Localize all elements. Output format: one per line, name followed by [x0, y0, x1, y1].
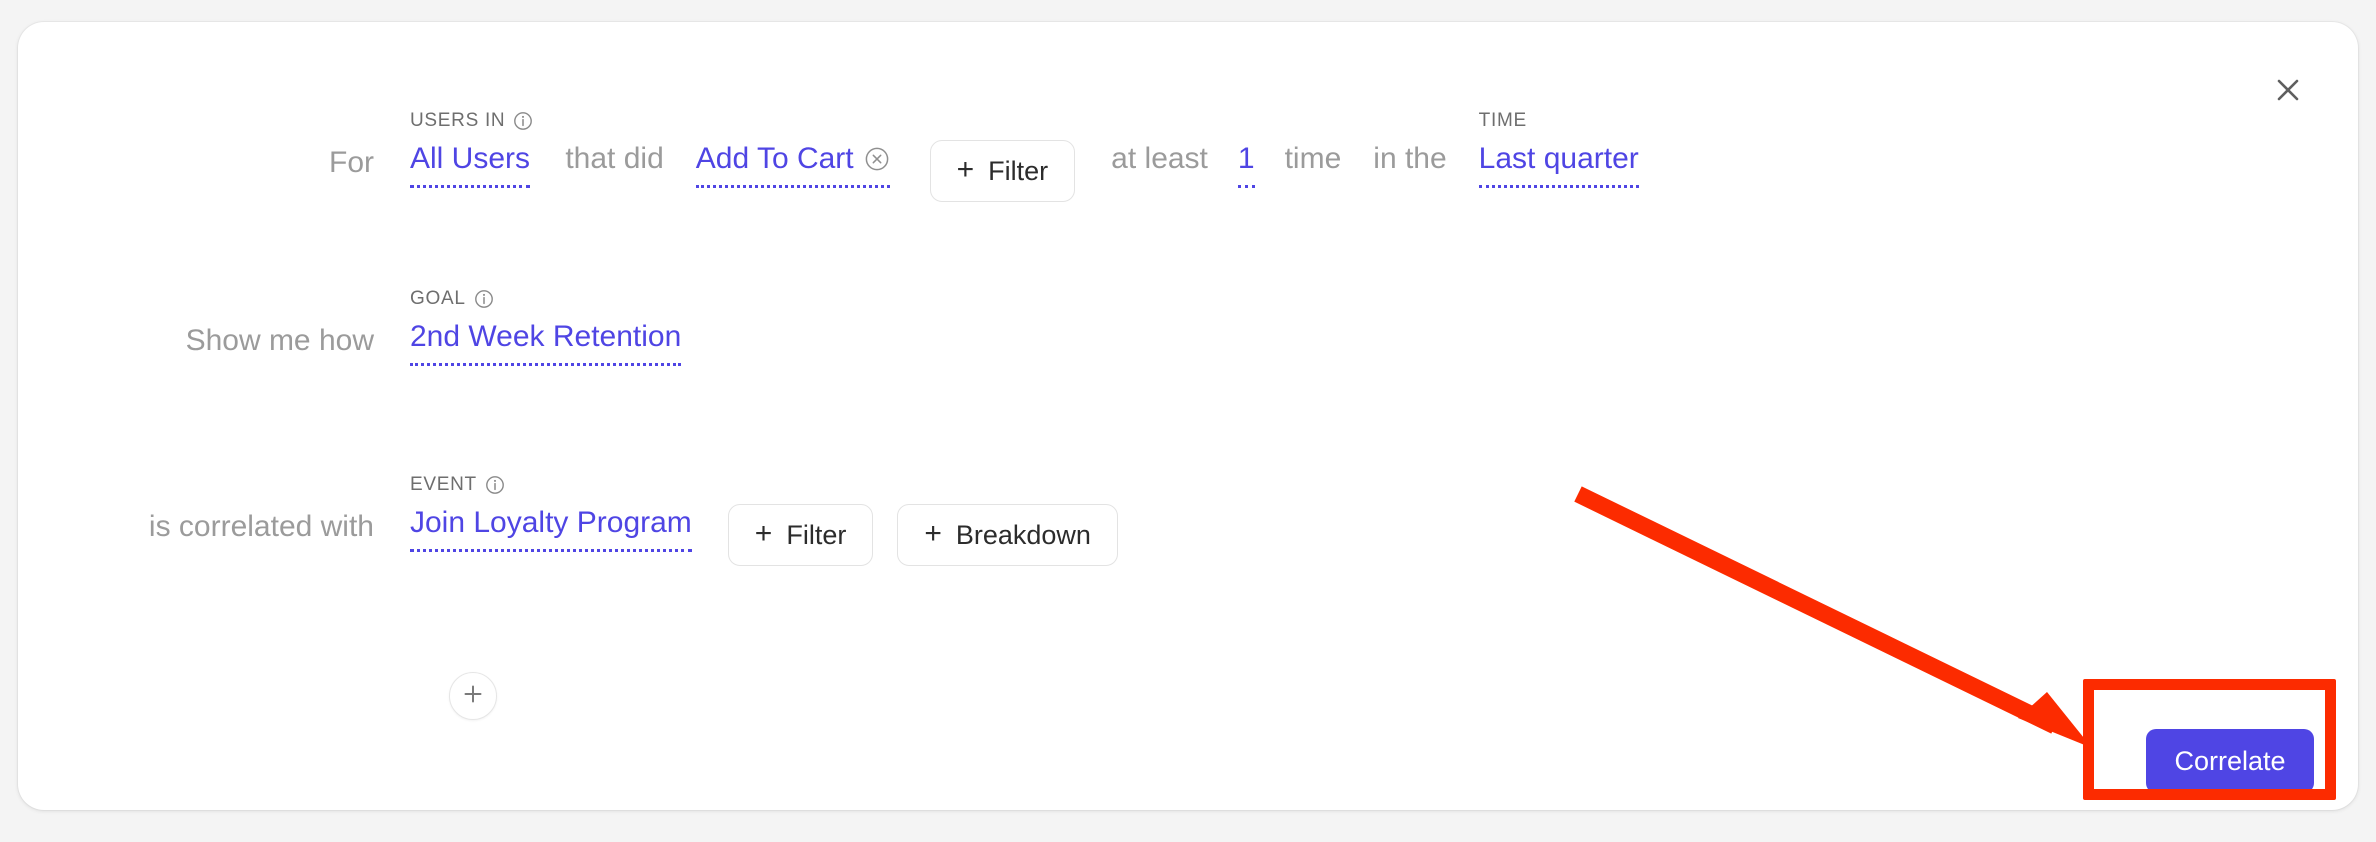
time-label-text: TIME — [1479, 110, 1527, 132]
users-in-label-text: USERS IN — [410, 110, 505, 132]
in-the-text: in the — [1373, 110, 1446, 178]
users-in-value-text: All Users — [410, 140, 530, 178]
add-filter-button-row3[interactable]: + Filter — [728, 504, 874, 566]
did-event-value-text: Add To Cart — [696, 140, 854, 178]
that-did-text: that did — [565, 110, 663, 178]
add-breakdown-button[interactable]: + Breakdown — [897, 504, 1118, 566]
plus-icon: + — [924, 519, 942, 549]
info-icon[interactable] — [474, 289, 494, 309]
goal-value[interactable]: 2nd Week Retention — [410, 318, 681, 366]
close-icon — [2275, 77, 2301, 103]
event-value[interactable]: Join Loyalty Program — [410, 504, 692, 552]
time-word-text: time — [1285, 110, 1342, 178]
row3-breakdown-spacer — [897, 474, 1118, 496]
time-value-text: Last quarter — [1479, 140, 1639, 178]
screen: For USERS IN — [0, 0, 2376, 842]
count-field: 1 — [1238, 110, 1255, 188]
goal-label: GOAL — [410, 288, 681, 310]
goal-value-text: 2nd Week Retention — [410, 318, 681, 356]
event-label-text: EVENT — [410, 474, 477, 496]
row1-filter-wrap: + Filter — [930, 110, 1076, 202]
add-filter-label-row1: Filter — [988, 156, 1048, 187]
time-field: TIME Last quarter — [1479, 110, 1639, 188]
goal-label-text: GOAL — [410, 288, 466, 310]
add-breakdown-label: Breakdown — [956, 520, 1091, 551]
users-in-field: USERS IN All Users — [410, 110, 533, 188]
remove-circle-icon[interactable] — [864, 146, 890, 172]
plus-icon — [460, 681, 486, 712]
event-value-text: Join Loyalty Program — [410, 504, 692, 542]
did-event-value[interactable]: Add To Cart — [696, 140, 890, 188]
close-button[interactable] — [2268, 70, 2308, 110]
query-row-event: is correlated with EVENT — [18, 474, 1118, 566]
plus-icon: + — [957, 155, 975, 185]
did-event-field: Add To Cart — [696, 110, 890, 188]
event-label: EVENT — [410, 474, 692, 496]
event-field: EVENT Join Loyalty Program — [410, 474, 692, 552]
correlate-button[interactable]: Correlate — [2146, 729, 2314, 793]
did-event-label-spacer — [696, 110, 890, 132]
add-row-button[interactable] — [449, 672, 497, 720]
row3-filter-spacer — [728, 474, 874, 496]
plus-icon: + — [755, 519, 773, 549]
count-value[interactable]: 1 — [1238, 140, 1255, 188]
correlate-button-label: Correlate — [2174, 746, 2285, 777]
row-lead-is-correlated-with: is correlated with — [18, 474, 410, 544]
correlation-builder-card: For USERS IN — [18, 22, 2358, 810]
count-value-text: 1 — [1238, 140, 1255, 178]
query-row-users: For USERS IN — [18, 110, 1639, 202]
add-filter-label-row3: Filter — [786, 520, 846, 551]
row3-fields: EVENT Join Loyalty Program — [410, 474, 1118, 566]
count-label-spacer — [1238, 110, 1255, 132]
time-value[interactable]: Last quarter — [1479, 140, 1639, 188]
users-in-label: USERS IN — [410, 110, 533, 132]
at-least-text: at least — [1111, 110, 1208, 178]
users-in-value[interactable]: All Users — [410, 140, 530, 188]
add-filter-button-row1[interactable]: + Filter — [930, 140, 1076, 202]
row-lead-for: For — [18, 110, 410, 180]
goal-field: GOAL 2nd Week Retention — [410, 288, 681, 366]
query-row-goal: Show me how GOAL — [18, 288, 681, 366]
row2-fields: GOAL 2nd Week Retention — [410, 288, 681, 366]
time-label: TIME — [1479, 110, 1639, 132]
row-lead-show-me-how: Show me how — [18, 288, 410, 358]
info-icon[interactable] — [513, 111, 533, 131]
row3-filter-wrap: + Filter — [728, 474, 874, 566]
row1-filter-spacer — [930, 110, 1076, 132]
row3-breakdown-wrap: + Breakdown — [897, 474, 1118, 566]
row1-fields: USERS IN All Users — [410, 110, 1639, 202]
info-icon[interactable] — [485, 475, 505, 495]
